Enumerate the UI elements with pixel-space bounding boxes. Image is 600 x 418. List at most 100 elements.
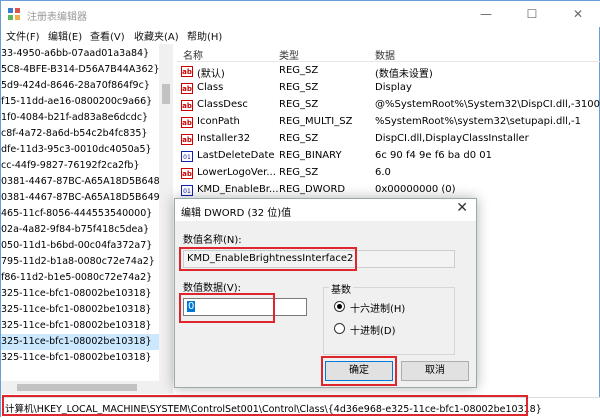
tree-item[interactable]: 0381-4467-87BC-A65A18D5B648}	[1, 174, 161, 190]
value-type: REG_MULTI_SZ	[279, 116, 353, 127]
column-header-type[interactable]: 类型	[279, 47, 299, 62]
tree-item[interactable]: 050-11d1-b6bd-00c04fa372a7}	[1, 238, 161, 254]
key-tree: 33-4950-a6bb-07aad01a3a84} 5C8-4BFE-B314…	[1, 44, 173, 394]
tree-item[interactable]: 1f0-4084-b21f-ad83a8e6dcdc}	[1, 110, 161, 126]
value-name: Installer32	[197, 133, 251, 144]
value-data-label: 数值数据(V):	[183, 283, 242, 294]
value-name: LowerLogoVer...	[197, 167, 276, 178]
tree-hscroll-thumb[interactable]	[17, 384, 137, 391]
tree-item[interactable]: 325-11ce-bfc1-08002be10318}	[1, 350, 161, 366]
radio-hex-label: 十六进制(H)	[350, 304, 406, 315]
tree-item[interactable]: f86-11d2-b1e5-0080c72e74a2}	[1, 270, 161, 286]
value-row[interactable]: ab Installer32 REG_SZ DispCI.dll,Display…	[177, 132, 600, 148]
tree-item[interactable]: 325-11ce-bfc1-08002be10318}	[1, 286, 161, 302]
registry-path: 计算机\HKEY_LOCAL_MACHINE\SYSTEM\ControlSet…	[5, 404, 542, 415]
tree-item[interactable]: 465-11cf-8056-444553540000}	[1, 206, 161, 222]
string-value-icon: ab	[181, 168, 193, 179]
tree-item[interactable]: 0381-4467-87BC-A65A18D5B649}	[1, 190, 161, 206]
value-type: REG_SZ	[279, 82, 319, 93]
value-row[interactable]: ab ClassDesc REG_SZ @%SystemRoot%\System…	[177, 98, 600, 114]
value-row[interactable]: ab LowerLogoVer... REG_SZ 6.0	[177, 166, 600, 182]
menu-file[interactable]: 文件(F)	[6, 28, 40, 43]
value-name-field: KMD_EnableBrightnessInterface2	[183, 250, 455, 268]
tree-item[interactable]: 325-11ce-bfc1-08002be10318}	[1, 302, 161, 318]
registry-editor-window: 注册表编辑器 — ☐ ✕ 文件(F) 编辑(E) 查看(V) 收藏夹(A) 帮助…	[0, 0, 600, 418]
window-title: 注册表编辑器	[27, 12, 87, 23]
binary-value-icon: 01	[181, 185, 193, 196]
value-data: (数值未设置)	[375, 69, 433, 80]
menu-view[interactable]: 查看(V)	[90, 28, 125, 43]
value-data: 6c 90 f4 9e f6 ba d0 01	[375, 150, 493, 161]
dialog-title: 编辑 DWORD (32 位)值	[181, 208, 292, 219]
tree-item[interactable]: dfe-11d3-95c3-0010dc4050a5}	[1, 142, 161, 158]
maximize-button[interactable]: ☐	[509, 1, 555, 27]
dialog-close-icon[interactable]: ✕	[456, 200, 468, 216]
tree-item-selected[interactable]: 325-11ce-bfc1-08002be10318}	[1, 334, 161, 350]
cancel-button[interactable]: 取消	[401, 361, 469, 381]
value-name-label: 数值名称(N):	[183, 235, 242, 246]
menu-help[interactable]: 帮助(H)	[187, 28, 222, 43]
value-row[interactable]: 01 LastDeleteDate REG_BINARY 6c 90 f4 9e…	[177, 149, 600, 165]
value-row[interactable]: 01 KMD_EnableBr... REG_DWORD 0x00000000 …	[177, 183, 600, 199]
value-row[interactable]: ab (默认) REG_SZ (数值未设置)	[177, 64, 600, 80]
values-list-header: 名称 类型 数据	[177, 44, 600, 62]
value-data: 6.0	[375, 167, 391, 178]
value-type: REG_SZ	[279, 99, 319, 110]
tree-item[interactable]: 33-4950-a6bb-07aad01a3a84}	[1, 46, 161, 62]
close-button[interactable]: ✕	[555, 1, 600, 27]
value-data: Display	[375, 82, 412, 93]
radio-decimal[interactable]: 十进制(D)	[334, 322, 444, 337]
string-value-icon: ab	[181, 134, 193, 145]
menu-edit[interactable]: 编辑(E)	[48, 28, 82, 43]
value-data-input[interactable]: 0	[183, 298, 307, 316]
value-name: KMD_EnableBr...	[197, 184, 279, 195]
radio-decimal-label: 十进制(D)	[350, 326, 396, 337]
value-name: Class	[197, 82, 224, 93]
radio-hex-indicator[interactable]	[334, 301, 345, 312]
binary-value-icon: 01	[181, 151, 193, 162]
tree-horizontal-scrollbar[interactable]	[1, 381, 173, 394]
status-bar: 计算机\HKEY_LOCAL_MACHINE\SYSTEM\ControlSet…	[1, 397, 600, 418]
value-row[interactable]: ab Class REG_SZ Display	[177, 81, 600, 97]
tree-item[interactable]: 02a-4a82-9f84-b75f418c5dea}	[1, 222, 161, 238]
title-bar: 注册表编辑器 — ☐ ✕	[1, 1, 600, 27]
tree-item[interactable]: 5d9-424d-8646-28a70f864f9c}	[1, 78, 161, 94]
value-data: %SystemRoot%\system32\setupapi.dll,-1	[375, 116, 582, 127]
menu-favorites[interactable]: 收藏夹(A)	[134, 28, 179, 43]
value-row[interactable]: ab IconPath REG_MULTI_SZ %SystemRoot%\sy…	[177, 115, 600, 131]
tree-item[interactable]: c8f-4a72-8a6d-b54c2b4fc835}	[1, 126, 161, 142]
value-name: ClassDesc	[197, 99, 248, 110]
tree-item[interactable]: 5C8-4BFE-B314-D56A7B44A362}	[1, 62, 161, 78]
string-value-icon: ab	[181, 66, 193, 77]
dialog-body: 数值名称(N): KMD_EnableBrightnessInterface2 …	[175, 221, 476, 387]
value-data: 0x00000000 (0)	[375, 184, 456, 195]
tree-item[interactable]: f15-11dd-ae16-0800200c9a66}	[1, 94, 161, 110]
tree-vertical-scrollbar[interactable]	[159, 44, 173, 381]
value-name: LastDeleteDate	[197, 150, 275, 161]
value-data: @%SystemRoot%\System32\DispCI.dll,-3100	[375, 99, 600, 110]
tree-scroll-thumb[interactable]	[162, 84, 170, 104]
value-data-text: 0	[187, 301, 196, 312]
value-name: (默认)	[197, 69, 225, 80]
radio-decimal-indicator[interactable]	[334, 323, 345, 334]
column-header-name[interactable]: 名称	[183, 47, 203, 62]
tree-item[interactable]: cc-44f9-9827-76192f2ca2fb}	[1, 158, 161, 174]
string-value-icon: ab	[181, 100, 193, 111]
edit-dword-dialog: 编辑 DWORD (32 位)值 ✕ 数值名称(N): KMD_EnableBr…	[174, 198, 477, 388]
menu-bar: 文件(F) 编辑(E) 查看(V) 收藏夹(A) 帮助(H)	[1, 27, 600, 43]
radio-hex[interactable]: 十六进制(H)	[334, 300, 444, 315]
ok-button[interactable]: 确定	[325, 361, 393, 381]
value-data: DispCI.dll,DisplayClassInstaller	[375, 133, 529, 144]
base-group: 基数 十六进制(H) 十进制(D)	[323, 281, 455, 355]
regedit-app-icon	[8, 8, 20, 20]
column-header-data[interactable]: 数据	[375, 47, 395, 62]
base-group-title: 基数	[329, 281, 353, 296]
tree-item[interactable]: 795-11d2-b1a8-0080c72e74a2}	[1, 254, 161, 270]
value-type: REG_DWORD	[279, 184, 346, 195]
value-type: REG_SZ	[279, 133, 319, 144]
minimize-button[interactable]: —	[463, 1, 509, 27]
string-value-icon: ab	[181, 83, 193, 94]
value-type: REG_BINARY	[279, 150, 342, 161]
value-type: REG_SZ	[279, 65, 319, 76]
tree-item[interactable]: 325-11ce-bfc1-08002be10318}	[1, 318, 161, 334]
